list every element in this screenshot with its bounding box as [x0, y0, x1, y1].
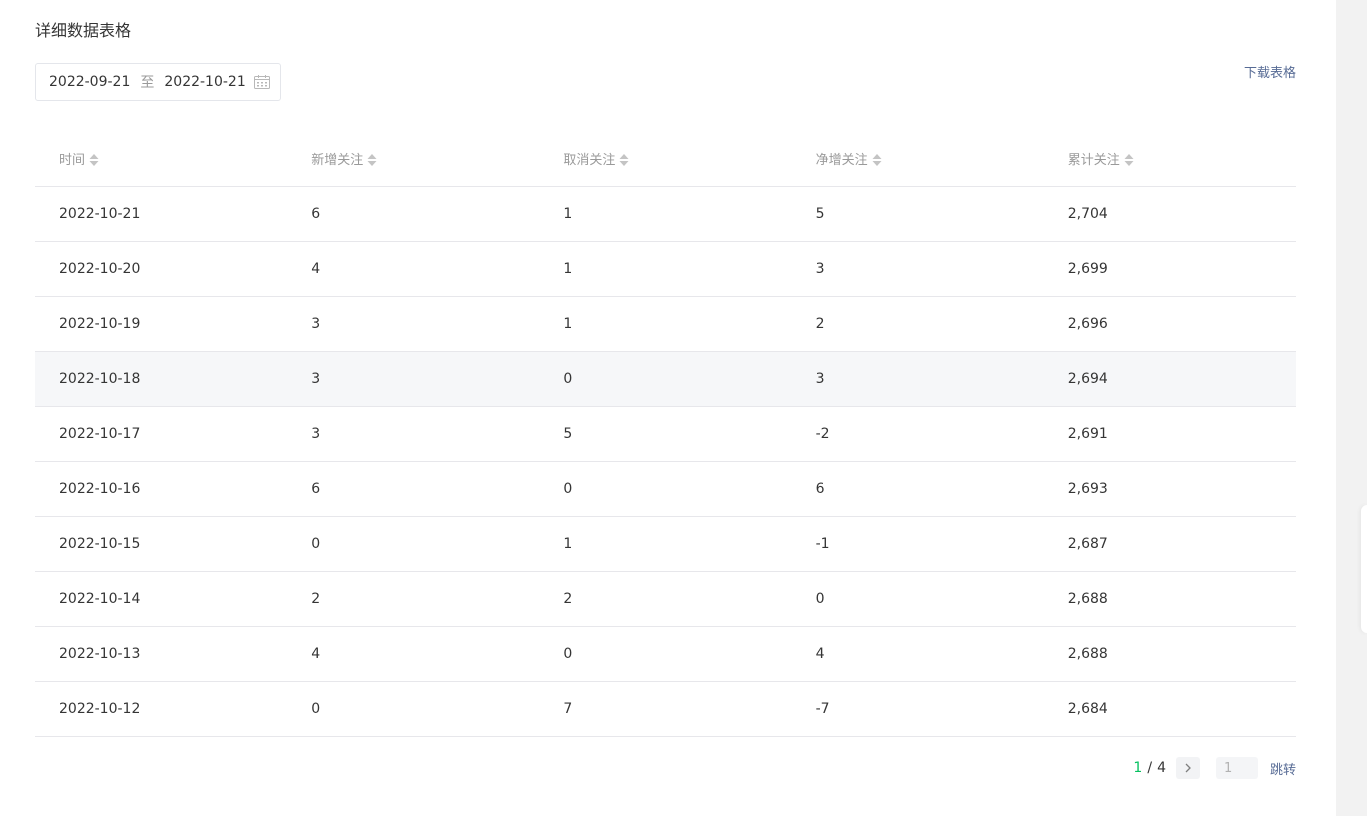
table-cell: -2 — [791, 406, 1044, 462]
table-row: 2022-10-12 0 7 -7 2,684 — [35, 681, 1296, 737]
table-cell: 4 — [791, 626, 1044, 682]
table-row: 2022-10-15 0 1 -1 2,687 — [35, 516, 1296, 572]
column-header-label: 时间 — [59, 152, 86, 168]
table-row: 2022-10-20 4 1 3 2,699 — [35, 241, 1296, 297]
section-title: 详细数据表格 — [35, 21, 132, 40]
table-cell: 2 — [287, 571, 540, 627]
table-cell: 0 — [539, 461, 792, 517]
page: 详细数据表格 2022-09-21 至 2022-10-21 下载表格 时间 新增… — [0, 0, 1367, 816]
side-panel-tab[interactable] — [1361, 505, 1367, 633]
jump-button[interactable]: 跳转 — [1270, 759, 1296, 778]
table-cell: 6 — [791, 461, 1044, 517]
table-cell: 2022-10-12 — [35, 681, 288, 737]
table-cell: 2,699 — [1043, 241, 1296, 297]
table-cell: 3 — [287, 406, 540, 462]
date-range-picker[interactable]: 2022-09-21 至 2022-10-21 — [35, 63, 281, 101]
data-table: 时间 新增关注 取消关注 净增关注 累计关注 2022-10-21 6 1 5 2,704 202… — [35, 131, 1296, 737]
date-separator: 至 — [140, 75, 155, 91]
column-header-label: 取消关注 — [563, 152, 616, 168]
table-row: 2022-10-17 3 5 -2 2,691 — [35, 406, 1296, 462]
table-row: 2022-10-13 4 0 4 2,688 — [35, 626, 1296, 682]
sort-icon[interactable] — [1124, 153, 1134, 167]
table-cell: 2022-10-13 — [35, 626, 288, 682]
table-row: 2022-10-21 6 1 5 2,704 — [35, 186, 1296, 242]
table-cell: 4 — [287, 626, 540, 682]
table-row: 2022-10-14 2 2 0 2,688 — [35, 571, 1296, 627]
table-cell: 2,694 — [1043, 351, 1296, 407]
column-header[interactable]: 取消关注 — [539, 131, 792, 187]
table-cell: 2 — [539, 571, 792, 627]
table-cell: 2022-10-20 — [35, 241, 288, 297]
page-number-input[interactable] — [1215, 757, 1258, 779]
pagination: 1 / 4 跳转 — [1133, 757, 1296, 779]
total-pages: 4 — [1157, 760, 1166, 776]
table-cell: 2022-10-17 — [35, 406, 288, 462]
column-header[interactable]: 累计关注 — [1043, 131, 1296, 187]
table-cell: 2,684 — [1043, 681, 1296, 737]
sort-icon[interactable] — [619, 153, 629, 167]
table-cell: 1 — [539, 296, 792, 352]
download-table-link[interactable]: 下载表格 — [1244, 65, 1296, 83]
table-cell: 2022-10-21 — [35, 186, 288, 242]
table-cell: 0 — [539, 626, 792, 682]
table-cell: 2022-10-14 — [35, 571, 288, 627]
column-header[interactable]: 新增关注 — [287, 131, 540, 187]
table-cell: 2022-10-16 — [35, 461, 288, 517]
column-header[interactable]: 净增关注 — [791, 131, 1044, 187]
table-cell: 1 — [539, 516, 792, 572]
page-separator: / — [1147, 760, 1153, 776]
sort-icon[interactable] — [89, 153, 99, 167]
table-row: 2022-10-19 3 1 2 2,696 — [35, 296, 1296, 352]
sort-icon[interactable] — [367, 153, 377, 167]
right-gutter — [1336, 0, 1367, 816]
table-cell: 2,696 — [1043, 296, 1296, 352]
table-cell: -1 — [791, 516, 1044, 572]
column-header-label: 新增关注 — [311, 152, 364, 168]
table-cell: 2022-10-19 — [35, 296, 288, 352]
column-header-label: 净增关注 — [815, 152, 868, 168]
table-cell: 2,688 — [1043, 626, 1296, 682]
table-cell: 6 — [287, 461, 540, 517]
column-header-label: 累计关注 — [1067, 152, 1120, 168]
table-cell: 3 — [287, 296, 540, 352]
table-cell: 0 — [287, 516, 540, 572]
current-page: 1 — [1133, 760, 1143, 776]
table-header-row: 时间 新增关注 取消关注 净增关注 累计关注 — [35, 131, 1296, 187]
table-cell: 2,693 — [1043, 461, 1296, 517]
table-cell: 5 — [791, 186, 1044, 242]
table-cell: 1 — [539, 241, 792, 297]
table-cell: 2,691 — [1043, 406, 1296, 462]
table-cell: 1 — [539, 186, 792, 242]
table-cell: -7 — [791, 681, 1044, 737]
chevron-right-icon — [1185, 763, 1191, 773]
table-cell: 6 — [287, 186, 540, 242]
table-cell: 2,704 — [1043, 186, 1296, 242]
column-header[interactable]: 时间 — [35, 131, 288, 187]
sort-icon[interactable] — [872, 153, 882, 167]
table-cell: 0 — [791, 571, 1044, 627]
date-end: 2022-10-21 — [164, 74, 246, 90]
next-page-button[interactable] — [1175, 757, 1200, 779]
table-cell: 2022-10-15 — [35, 516, 288, 572]
table-cell: 3 — [287, 351, 540, 407]
table-cell: 2,687 — [1043, 516, 1296, 572]
calendar-icon[interactable] — [254, 75, 270, 89]
table-cell: 7 — [539, 681, 792, 737]
table-cell: 4 — [287, 241, 540, 297]
table-cell: 2,688 — [1043, 571, 1296, 627]
table-cell: 0 — [287, 681, 540, 737]
table-cell: 3 — [791, 351, 1044, 407]
table-cell: 2022-10-18 — [35, 351, 288, 407]
table-cell: 3 — [791, 241, 1044, 297]
table-cell: 5 — [539, 406, 792, 462]
table-cell: 2 — [791, 296, 1044, 352]
table-row: 2022-10-16 6 0 6 2,693 — [35, 461, 1296, 517]
table-row: 2022-10-18 3 0 3 2,694 — [35, 351, 1296, 407]
date-start: 2022-09-21 — [49, 74, 131, 90]
table-cell: 0 — [539, 351, 792, 407]
